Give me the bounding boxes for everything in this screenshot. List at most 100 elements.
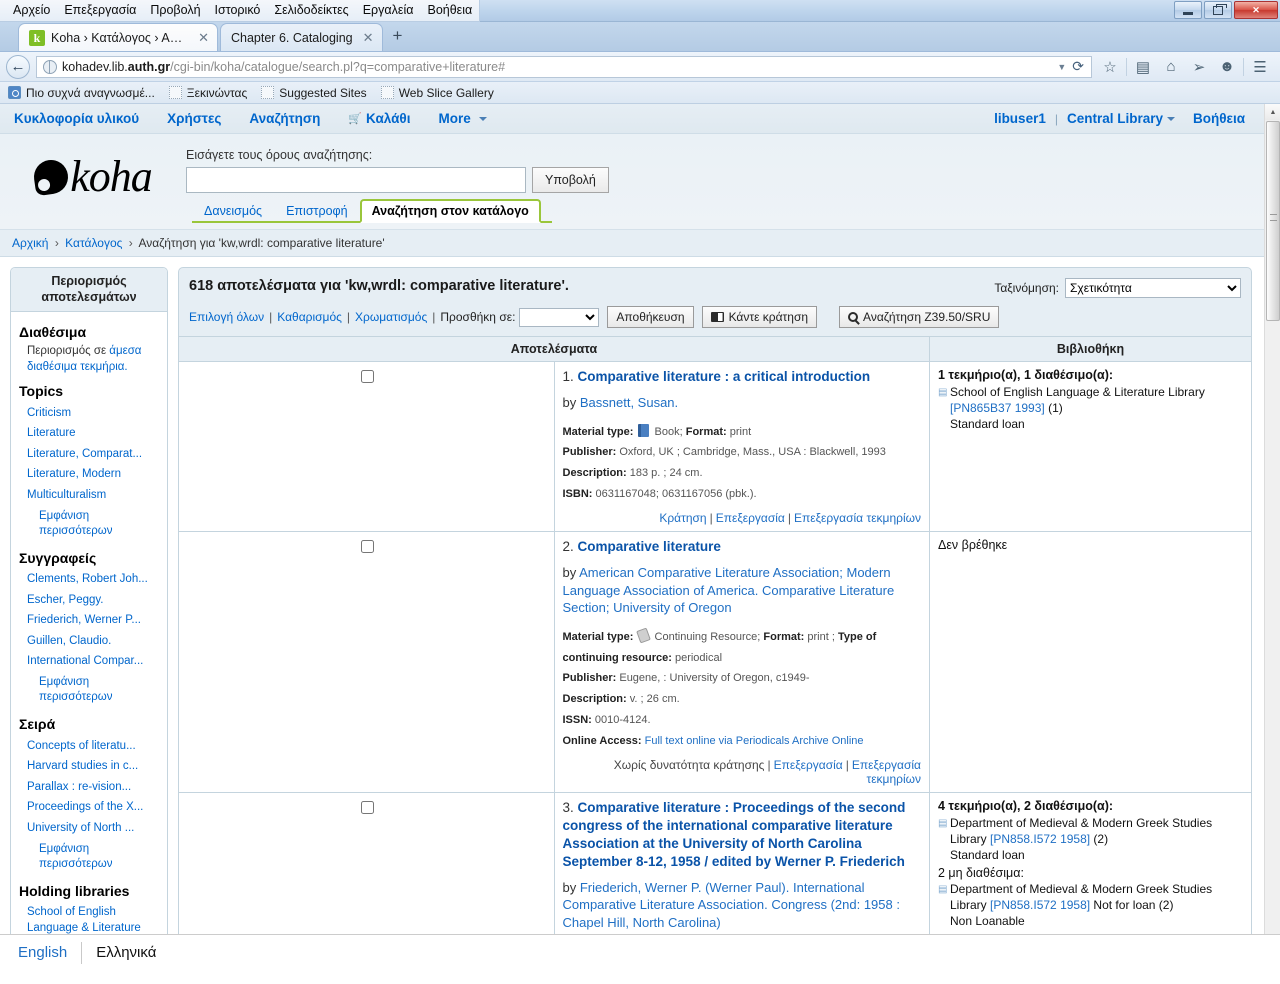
facet-item-criticism[interactable]: Criticism bbox=[17, 403, 161, 424]
edit-items-link[interactable]: Επεξεργασία τεκμηρίων bbox=[852, 758, 921, 786]
row-checkbox[interactable] bbox=[360, 801, 374, 814]
edit-link[interactable]: Επεξεργασία bbox=[716, 511, 785, 525]
url-dropdown-icon[interactable]: ▼ bbox=[1051, 62, 1072, 72]
facets-title: Περιορισμός αποτελεσμάτων bbox=[11, 268, 167, 313]
sort-select[interactable]: Σχετικότητα bbox=[1065, 278, 1241, 298]
tab-close-icon[interactable]: ✕ bbox=[198, 30, 209, 46]
help-link[interactable]: Βοήθεια bbox=[1184, 111, 1254, 126]
facet-item-university-of-north[interactable]: University of North ... bbox=[17, 818, 161, 839]
tab-checkout[interactable]: Δανεισμός bbox=[192, 201, 274, 221]
tab-checkin[interactable]: Επιστροφή bbox=[274, 201, 360, 221]
record-title-link[interactable]: Comparative literature bbox=[578, 539, 721, 554]
koha-user-menu: libuser1 | Central Library Βοήθεια bbox=[985, 111, 1254, 126]
call-number-link[interactable]: [PN858.I572 1958] bbox=[990, 832, 1090, 846]
menu-edit[interactable]: Επεξεργασία bbox=[57, 0, 143, 21]
new-tab-button[interactable]: + bbox=[385, 23, 411, 51]
reload-icon[interactable]: ⟳ bbox=[1072, 58, 1087, 75]
facet-item-literature[interactable]: Literature bbox=[17, 424, 161, 445]
row-checkbox[interactable] bbox=[360, 540, 374, 554]
record-author-link[interactable]: American Comparative Literature Associat… bbox=[563, 565, 895, 615]
tab-close-icon[interactable]: ✕ bbox=[363, 30, 374, 46]
url-text: kohadev.lib.auth.gr/cgi-bin/koha/catalog… bbox=[62, 60, 505, 74]
minimize-button[interactable] bbox=[1174, 1, 1202, 19]
bookmark-suggested-sites[interactable]: Suggested Sites bbox=[261, 86, 367, 100]
highlight-link[interactable]: Χρωματισμός bbox=[355, 310, 427, 324]
edit-link[interactable]: Επεξεργασία bbox=[774, 758, 843, 772]
tab-catalog-search[interactable]: Αναζήτηση στον κατάλογο bbox=[359, 199, 541, 223]
facet-item-concepts-of-literature[interactable]: Concepts of literatu... bbox=[17, 736, 161, 757]
save-button[interactable]: Αποθήκευση bbox=[607, 306, 694, 328]
browser-tab-koha[interactable]: k Koha › Κατάλογος › Αποτε... ✕ bbox=[18, 23, 218, 51]
facet-item-harvard-studies[interactable]: Harvard studies in c... bbox=[17, 757, 161, 778]
bookmark-web-slice-gallery[interactable]: Web Slice Gallery bbox=[380, 86, 494, 100]
home-icon[interactable]: ⌂ bbox=[1157, 58, 1185, 75]
search-submit-button[interactable]: Υποβολή bbox=[532, 167, 609, 193]
facet-item-parallax[interactable]: Parallax : re-vision... bbox=[17, 777, 161, 798]
call-number-link[interactable]: [PN858.I572 1958] bbox=[990, 898, 1090, 912]
library-selector[interactable]: Central Library bbox=[1058, 111, 1184, 126]
facet-item-multiculturalism[interactable]: Multiculturalism bbox=[17, 485, 161, 506]
z3950-search-button[interactable]: Αναζήτηση Z39.50/SRU bbox=[839, 306, 1000, 328]
record-title-link[interactable]: Comparative literature : Proceedings of … bbox=[563, 800, 906, 869]
edit-items-link[interactable]: Επεξεργασία τεκμηρίων bbox=[794, 511, 921, 525]
select-all-link[interactable]: Επιλογή όλων bbox=[189, 310, 264, 324]
record-author-link[interactable]: Bassnett, Susan. bbox=[580, 395, 678, 410]
nav-search[interactable]: Αναζήτηση bbox=[235, 111, 334, 126]
page-scrollbar[interactable]: ▲ ▼ bbox=[1264, 104, 1280, 970]
send-icon[interactable]: ➢ bbox=[1185, 58, 1213, 76]
scrollbar-thumb[interactable] bbox=[1266, 121, 1280, 321]
breadcrumb-home[interactable]: Αρχική bbox=[12, 236, 48, 250]
address-bar[interactable]: kohadev.lib.auth.gr/cgi-bin/koha/catalog… bbox=[36, 55, 1092, 78]
online-access-link[interactable]: Full text online via Periodicals Archive… bbox=[642, 735, 864, 747]
menu-file[interactable]: Αρχείο bbox=[6, 0, 57, 21]
back-button[interactable]: ← bbox=[6, 54, 30, 79]
nav-cart[interactable]: 🛒 Καλάθι bbox=[334, 111, 424, 126]
add-to-select[interactable] bbox=[519, 307, 600, 327]
facet-item-literature-modern[interactable]: Literature, Modern bbox=[17, 465, 161, 486]
chat-icon[interactable]: ☻ bbox=[1213, 58, 1241, 75]
hold-link[interactable]: Κράτηση bbox=[659, 511, 706, 525]
browser-navbar: ← kohadev.lib.auth.gr/cgi-bin/koha/catal… bbox=[0, 52, 1280, 82]
bookmark-most-read[interactable]: Πιο συχνά αναγνωσμέ... bbox=[8, 86, 155, 100]
close-button[interactable]: ✕ bbox=[1234, 1, 1278, 19]
facet-item-friederich[interactable]: Friederich, Werner P... bbox=[17, 611, 161, 632]
menu-history[interactable]: Ιστορικό bbox=[208, 0, 268, 21]
facet-item-proceedings[interactable]: Proceedings of the X... bbox=[17, 798, 161, 819]
facet-item-clements[interactable]: Clements, Robert Joh... bbox=[17, 570, 161, 591]
menu-view[interactable]: Προβολή bbox=[143, 0, 207, 21]
facet-show-more-series[interactable]: Εμφάνιση περισσότερων bbox=[17, 839, 161, 875]
record-title-link[interactable]: Comparative literature : a critical intr… bbox=[578, 369, 871, 384]
breadcrumb-catalog[interactable]: Κατάλογος bbox=[65, 236, 122, 250]
menu-bookmarks[interactable]: Σελιδοδείκτες bbox=[267, 0, 355, 21]
place-hold-button[interactable]: Κάντε κράτηση bbox=[701, 306, 818, 328]
browser-tab-cataloging[interactable]: Chapter 6. Cataloging ✕ bbox=[220, 23, 383, 51]
facet-show-more-topics[interactable]: Εμφάνιση περισσότερων bbox=[17, 506, 161, 542]
facet-item-guillen[interactable]: Guillen, Claudio. bbox=[17, 631, 161, 652]
koha-main-menu: Κυκλοφορία υλικού Χρήστες Αναζήτηση 🛒 Καλ… bbox=[10, 111, 501, 126]
facet-show-more-authors[interactable]: Εμφάνιση περισσότερων bbox=[17, 672, 161, 708]
bookmark-getting-started[interactable]: Ξεκινώντας bbox=[168, 86, 247, 100]
menu-help[interactable]: Βοήθεια bbox=[420, 0, 479, 21]
scroll-up-arrow-icon[interactable]: ▲ bbox=[1265, 104, 1280, 120]
action-pipe: | bbox=[845, 758, 849, 772]
reading-list-icon[interactable]: ▤ bbox=[1129, 58, 1157, 76]
language-english[interactable]: English bbox=[18, 944, 81, 961]
row-checkbox[interactable] bbox=[360, 370, 374, 383]
nav-circulation[interactable]: Κυκλοφορία υλικού bbox=[10, 111, 153, 126]
current-user[interactable]: libuser1 bbox=[985, 111, 1055, 126]
facet-item-international-compar[interactable]: International Compar... bbox=[17, 652, 161, 673]
menu-icon[interactable]: ☰ bbox=[1246, 58, 1274, 76]
call-number-link[interactable]: [PN865B37 1993] bbox=[950, 401, 1045, 415]
koha-logo[interactable]: koha bbox=[0, 142, 186, 229]
menu-tools[interactable]: Εργαλεία bbox=[356, 0, 421, 21]
facet-item-literature-comparative[interactable]: Literature, Comparat... bbox=[17, 444, 161, 465]
record-author-link[interactable]: Friederich, Werner P. (Werner Paul). Int… bbox=[563, 880, 900, 930]
clear-link[interactable]: Καθαρισμός bbox=[277, 310, 342, 324]
nav-more[interactable]: More bbox=[424, 111, 500, 126]
facet-item-escher[interactable]: Escher, Peggy. bbox=[17, 590, 161, 611]
maximize-button[interactable] bbox=[1204, 1, 1232, 19]
availability-summary: 1 τεκμήριο(α), 1 διαθέσιμο(α): bbox=[938, 368, 1114, 382]
nav-patrons[interactable]: Χρήστες bbox=[153, 111, 235, 126]
star-icon[interactable]: ☆ bbox=[1096, 58, 1124, 76]
search-input[interactable] bbox=[186, 167, 526, 193]
